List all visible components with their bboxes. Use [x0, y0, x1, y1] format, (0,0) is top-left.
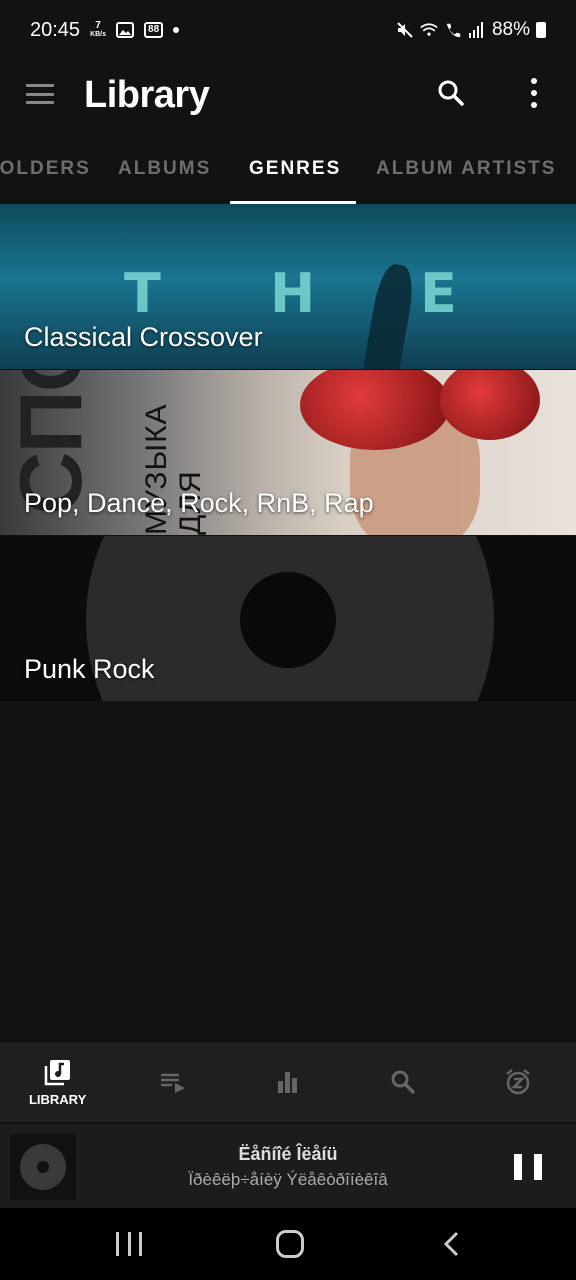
genre-name: Pop, Dance, Rock, RnB, Rap [24, 488, 374, 518]
cover-art-figure [362, 261, 418, 369]
cover-art-letter: E [420, 262, 457, 325]
more-vert-icon[interactable] [520, 76, 548, 110]
signal-icon [468, 21, 486, 39]
recents-button[interactable] [116, 1232, 142, 1256]
nav-sleep-timer[interactable] [461, 1042, 576, 1122]
mute-icon [396, 21, 414, 39]
library-music-icon [43, 1058, 73, 1088]
tab-albums[interactable]: ALBUMS [118, 158, 211, 180]
sleep-timer-icon [503, 1067, 533, 1097]
gallery-notification-icon [116, 21, 135, 39]
wifi-call-icon [444, 21, 462, 39]
search-icon[interactable] [436, 78, 466, 108]
more-notifications-icon [173, 27, 180, 33]
battery-percent: 88% [491, 19, 530, 40]
cover-art-letter: H [270, 262, 316, 325]
now-playing-artist: Ïðèêëþ÷åíèÿ Ýëåêòðîíèêîâ [188, 1170, 388, 1189]
tab-folders[interactable]: FOLDERS [0, 158, 91, 180]
cover-art-letter: T [124, 262, 161, 325]
nav-queue[interactable] [115, 1042, 230, 1122]
system-nav-bar [0, 1208, 576, 1280]
vinyl-center [240, 572, 336, 668]
status-time: 20:45 [30, 18, 81, 41]
now-playing-bar[interactable]: Ëåñíîé Îëåíü Ïðèêëþ÷åíèÿ Ýëåêòðîíèêîâ [0, 1124, 576, 1208]
network-speed: 7 KB/s [90, 20, 107, 39]
app-bar: Library [0, 60, 576, 132]
now-playing-title: Ëåñíîé Îëåíü [238, 1144, 338, 1164]
battery-icon [536, 22, 546, 38]
tab-genres[interactable]: GENRES [249, 158, 341, 180]
queue-icon [158, 1067, 188, 1097]
tab-album-artists[interactable]: ALBUM ARTISTS [376, 158, 556, 180]
equalizer-icon [273, 1067, 303, 1097]
status-bar: 20:45 7 KB/s 88 88% [0, 0, 576, 60]
nav-equalizer[interactable] [230, 1042, 345, 1122]
notification-badge: 88 [144, 22, 164, 38]
genre-item-punk-rock[interactable]: Punk Rock [0, 536, 576, 701]
genre-item-classical-crossover[interactable]: T H E Classical Crossover [0, 204, 576, 369]
wifi-icon [420, 21, 438, 39]
menu-icon[interactable] [26, 82, 54, 106]
page-title: Library [84, 74, 210, 116]
tab-bar: FOLDERS ALBUMS GENRES ALBUM ARTISTS [0, 140, 576, 204]
nav-label: LIBRARY [28, 1091, 87, 1107]
genre-name: Punk Rock [24, 654, 155, 684]
nav-search[interactable] [346, 1042, 461, 1122]
genre-item-pop-dance[interactable]: СПОРТ МУЗЫКА ДЛЯ Pop, Dance, Rock, RnB, … [0, 370, 576, 535]
back-button[interactable] [440, 1230, 464, 1258]
nav-library[interactable]: LIBRARY [0, 1042, 115, 1122]
pause-icon[interactable] [514, 1154, 542, 1180]
search-icon [388, 1067, 418, 1097]
genre-name: Classical Crossover [24, 322, 263, 352]
home-button[interactable] [276, 1230, 304, 1258]
bottom-nav: LIBRARY [0, 1042, 576, 1122]
